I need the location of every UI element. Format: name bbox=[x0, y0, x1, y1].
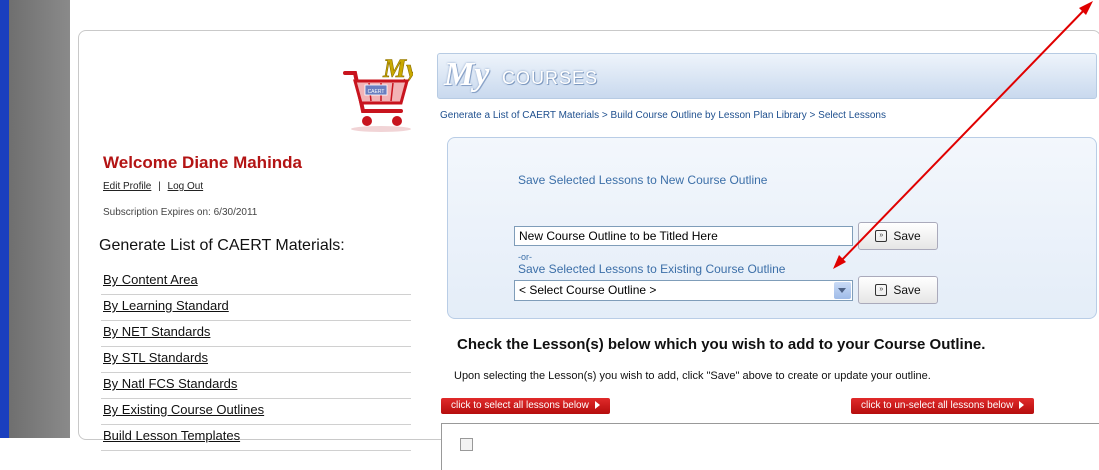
annotation-arrow bbox=[833, 1, 1093, 269]
lesson-checkbox[interactable] bbox=[460, 438, 473, 451]
